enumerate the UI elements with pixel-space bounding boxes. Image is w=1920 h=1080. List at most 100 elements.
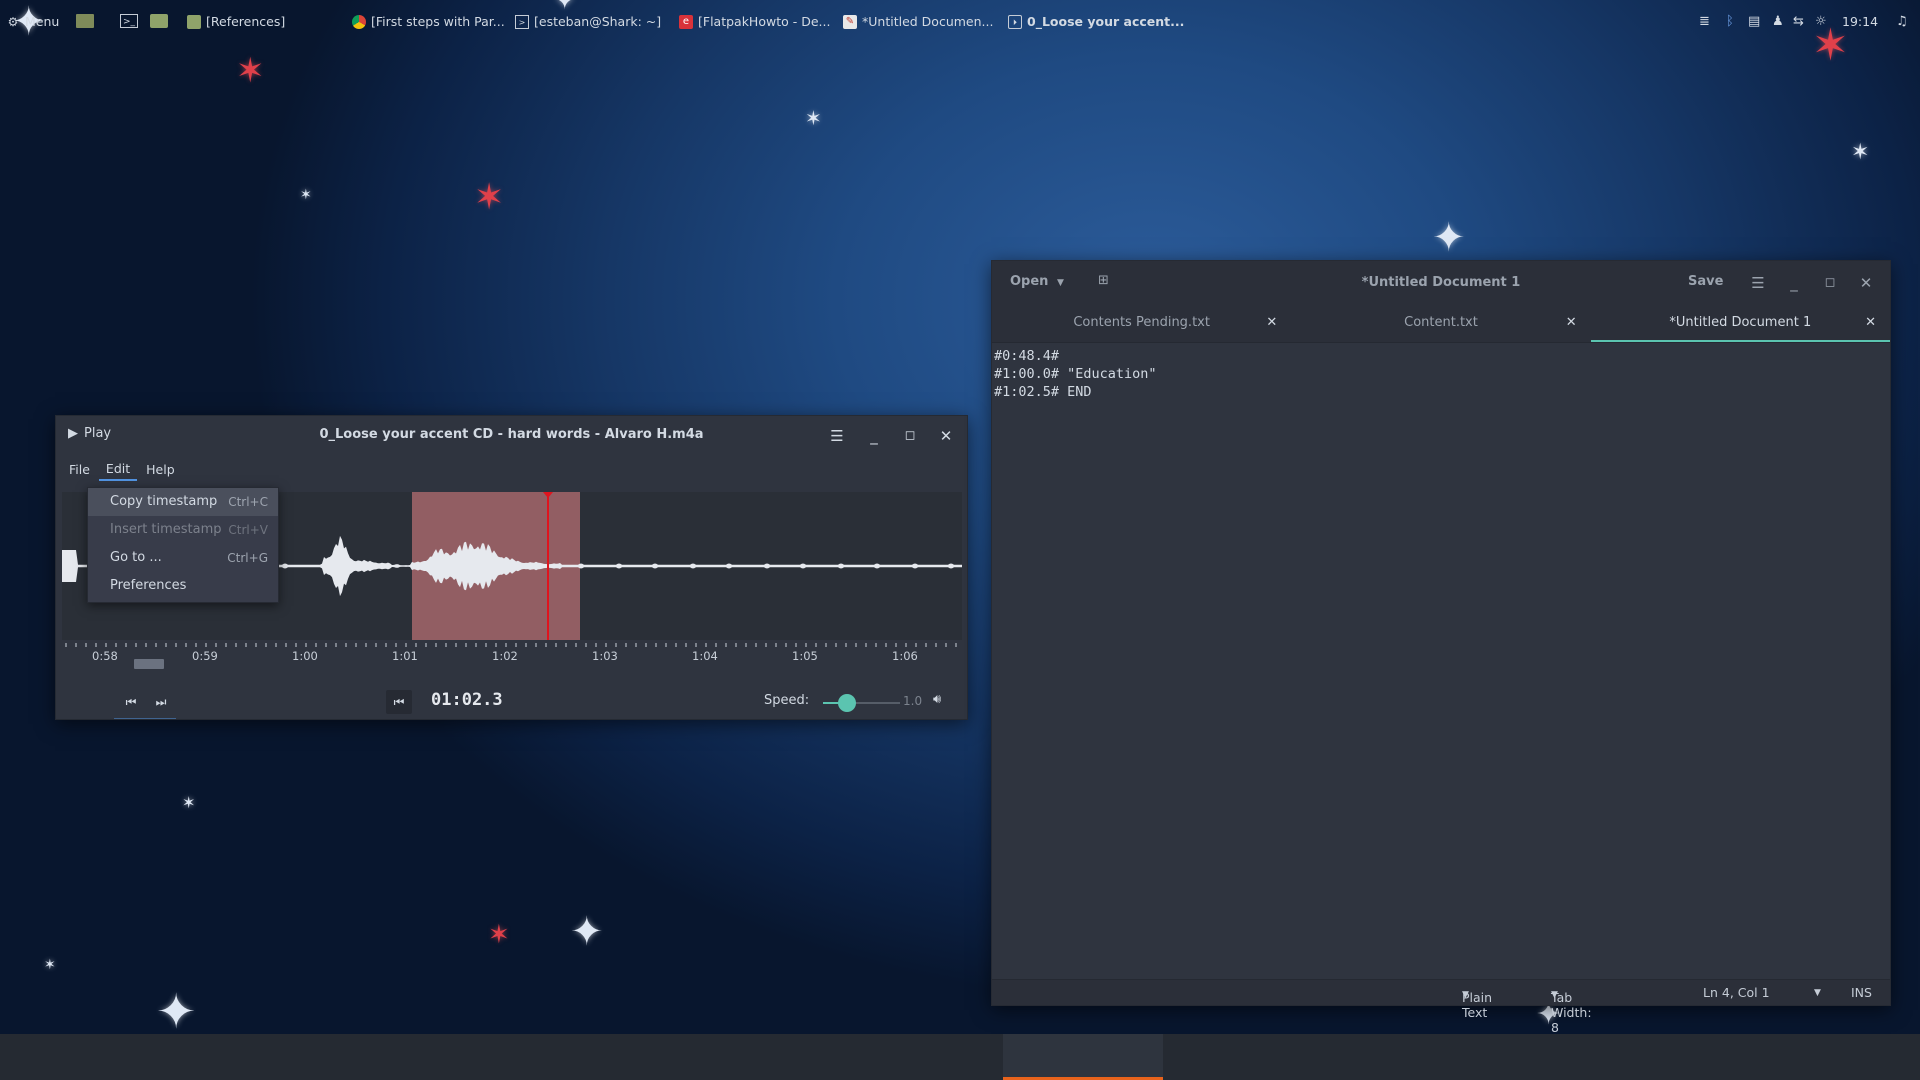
editor-tabs: Contents Pending.txt ✕ Content.txt ✕ *Un… [992, 305, 1890, 343]
editor-headerbar: Open ▼ ⊞ *Untitled Document 1 Save ☰ _ ◻… [992, 261, 1890, 305]
cursor-position: Ln 4, Col 1 [1703, 985, 1770, 1000]
new-tab-icon[interactable]: ⊞ [1098, 273, 1116, 289]
menu-button[interactable]: ⚙ Menu [6, 14, 60, 29]
menu-item-insert-timestamp[interactable]: Insert timestamp Ctrl+V [88, 516, 278, 544]
text-editor-window: Open ▼ ⊞ *Untitled Document 1 Save ☰ _ ◻… [991, 260, 1891, 1035]
volume-icon[interactable]: 🔊︎ [933, 692, 941, 707]
timeline-scrollbar-thumb[interactable] [134, 659, 164, 669]
taskbar-item-label: [References] [206, 14, 286, 29]
taskbar-item-terminal[interactable]: > [esteban@Shark: ~] [515, 14, 661, 29]
taskbar-item-browser[interactable]: [First steps with Par... [352, 14, 505, 29]
menu-item-go-to[interactable]: Go to ... Ctrl+G [88, 544, 278, 572]
open-button[interactable]: Open ▼ [1010, 274, 1064, 289]
play-label: Play [84, 426, 112, 441]
minimize-button[interactable]: _ [864, 426, 884, 446]
active-task-highlight [1003, 1034, 1163, 1080]
chrome-icon [352, 14, 366, 29]
star-decoration: ✶ [182, 793, 196, 812]
play-button[interactable]: ▶ Play [68, 426, 111, 441]
star-decoration: ✶ [1851, 140, 1870, 165]
player-titlebar: ▶ Play 0_Loose your accent CD - hard wor… [56, 416, 967, 456]
tab-label: *Untitled Document 1 [1669, 315, 1812, 330]
clipboard-icon[interactable]: ▤ [1748, 14, 1760, 29]
chevron-down-icon: ▼ [1462, 990, 1469, 1000]
chevron-down-icon[interactable]: ▼ [1814, 988, 1821, 998]
user-icon[interactable]: ♟ [1772, 14, 1784, 29]
maximize-button[interactable]: ◻ [1820, 273, 1840, 293]
timeline-label: 1:01 [392, 649, 418, 663]
text-line: #0:48.4# [994, 348, 1060, 364]
hamburger-menu-icon[interactable]: ☰ [1748, 273, 1768, 293]
taskbar [0, 1034, 1920, 1080]
focus-underline [114, 718, 176, 719]
maximize-button[interactable]: ◻ [900, 426, 920, 446]
star-decoration: ✶ [1812, 20, 1849, 71]
star-decoration: ✶ [236, 51, 265, 91]
taskbar-item-text-editor[interactable]: ✎ *Untitled Documen... [843, 14, 993, 29]
speed-slider-knob[interactable] [838, 694, 856, 712]
menu-edit[interactable]: Edit [98, 458, 138, 481]
star-decoration: ✶ [300, 187, 312, 203]
playhead [547, 492, 549, 640]
folder-icon [187, 14, 201, 29]
brightness-icon[interactable]: ☼ [1815, 14, 1827, 29]
close-icon[interactable]: ✕ [1566, 305, 1577, 341]
chevron-down-icon: ▼ [1551, 990, 1558, 1000]
taskbar-item-references[interactable]: [References] [187, 14, 285, 29]
skip-back-button[interactable]: ⏮ [118, 690, 144, 714]
insert-mode[interactable]: INS [1851, 985, 1872, 1000]
taskbar-item-label: [First steps with Par... [371, 14, 505, 29]
taskbar-item-audio-player[interactable]: ⏵ 0_Loose your accent... [1008, 14, 1184, 29]
star-decoration: ✶ [488, 920, 510, 950]
timeline-label: 1:05 [792, 649, 818, 663]
taskbar-item-label: 0_Loose your accent... [1027, 14, 1185, 29]
close-icon[interactable]: ✕ [1865, 305, 1876, 341]
close-button[interactable]: ✕ [936, 426, 956, 446]
menu-item-shortcut: Ctrl+C [228, 495, 268, 509]
skip-forward-button[interactable]: ⏭ [148, 690, 174, 714]
menu-item-label: Go to ... [110, 550, 162, 565]
jump-to-start-button[interactable]: ⏮ [386, 690, 412, 714]
star-decoration: ✶ [805, 106, 822, 130]
hamburger-menu-icon[interactable]: ☰ [827, 426, 847, 446]
bluetooth-icon[interactable]: ᛒ [1726, 14, 1734, 29]
menu-item-preferences[interactable]: Preferences [88, 572, 278, 600]
taskbar-item-flatpak-howto[interactable]: e [FlatpakHowto - De... [679, 14, 830, 29]
speed-value: 1.0 [903, 694, 923, 708]
star-decoration: ✦ [570, 909, 604, 955]
share-icon[interactable]: ⇆ [1793, 14, 1804, 29]
gear-icon: ⚙ [7, 14, 19, 29]
menu-item-label: Preferences [110, 578, 187, 593]
player-controls: ⏮ ⏭ ⏮ 01:02.3 Speed: 1.0 🔊︎ [56, 684, 967, 720]
timeline-label: 0:58 [92, 649, 118, 663]
save-button[interactable]: Save [1688, 274, 1723, 289]
edit-dropdown-menu: Copy timestamp Ctrl+C Insert timestamp C… [87, 487, 279, 603]
terminal-icon: > [515, 14, 529, 29]
files-launcher-icon[interactable] [150, 14, 168, 28]
timeline-ruler[interactable]: 0:58 0:59 1:00 1:01 1:02 1:03 1:04 1:05 … [62, 638, 962, 688]
timeline-label: 1:03 [592, 649, 618, 663]
star-decoration: ✶ [44, 957, 56, 973]
tab-contents-pending[interactable]: Contents Pending.txt ✕ [992, 305, 1291, 342]
tab-untitled-document[interactable]: *Untitled Document 1 ✕ [1590, 305, 1890, 342]
menu-item-shortcut: Ctrl+V [228, 523, 268, 537]
close-icon[interactable]: ✕ [1266, 305, 1277, 341]
menu-help[interactable]: Help [139, 459, 182, 480]
audio-player-icon: ⏵ [1008, 14, 1022, 29]
close-button[interactable]: ✕ [1856, 273, 1876, 293]
open-label: Open [1010, 274, 1049, 289]
network-icon[interactable]: ≣ [1699, 14, 1710, 29]
tab-content[interactable]: Content.txt ✕ [1291, 305, 1590, 342]
terminal-launcher-icon[interactable]: >_ [120, 14, 138, 28]
tab-label: Contents Pending.txt [1073, 315, 1210, 330]
star-decoration: ✦ [1432, 215, 1466, 261]
menu-item-copy-timestamp[interactable]: Copy timestamp Ctrl+C [88, 488, 278, 516]
music-icon[interactable]: ♫ [1896, 14, 1908, 29]
editor-statusbar: Plain Text ▼ Tab Width: 8 ▼ Ln 4, Col 1 … [992, 979, 1890, 1035]
clock[interactable]: 19:14 [1842, 14, 1878, 29]
menu-file[interactable]: File [62, 459, 97, 480]
editor-text-area[interactable]: #0:48.4# #1:00.0# "Education" #1:02.5# END [992, 343, 1890, 979]
timeline-label: 1:04 [692, 649, 718, 663]
show-desktop-icon[interactable] [76, 14, 94, 28]
minimize-button[interactable]: _ [1784, 273, 1804, 293]
